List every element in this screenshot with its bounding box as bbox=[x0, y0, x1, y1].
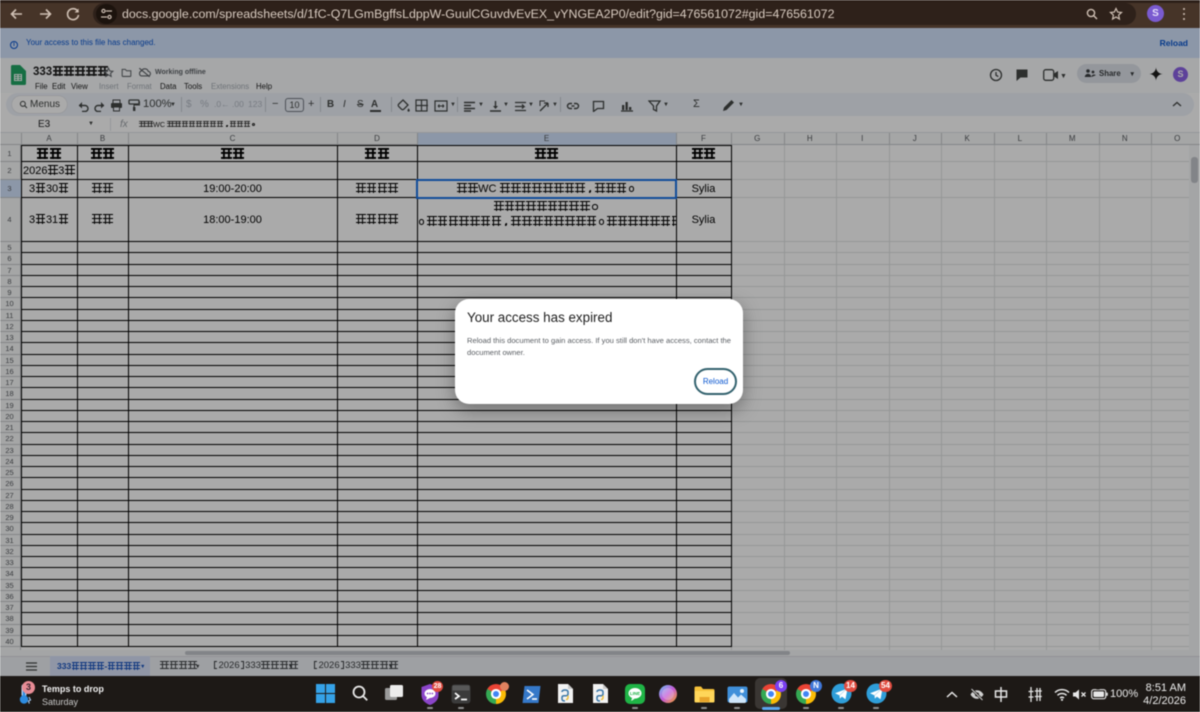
svg-text:LINE: LINE bbox=[630, 691, 640, 696]
